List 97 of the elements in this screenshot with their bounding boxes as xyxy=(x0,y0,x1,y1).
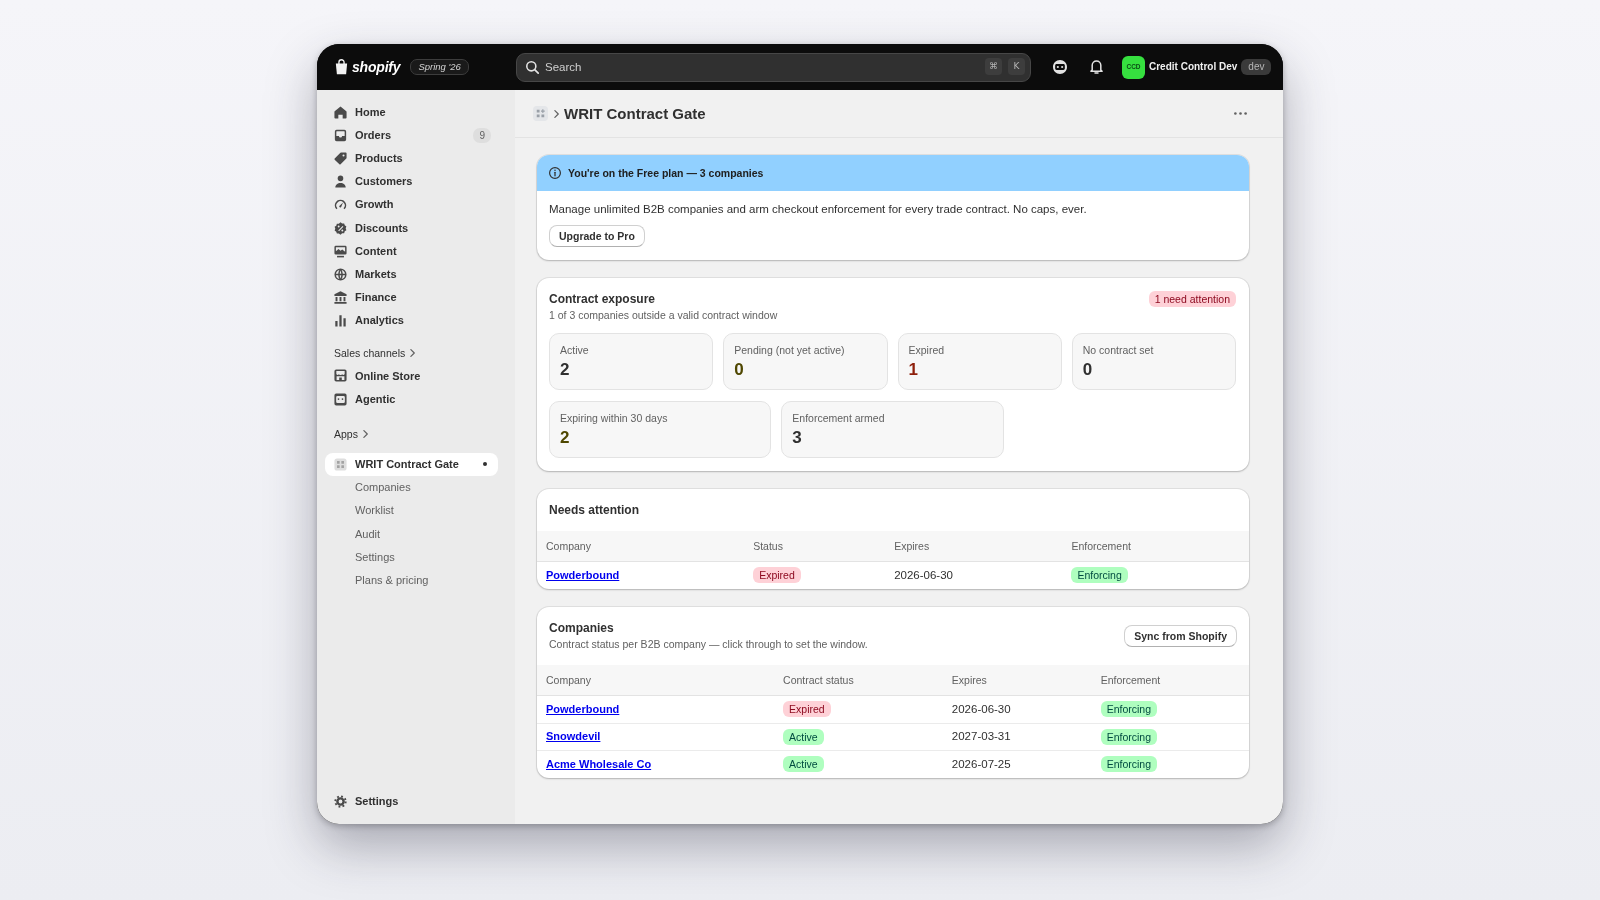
table-cell: 2027-03-31 xyxy=(942,723,1092,751)
dot-icon xyxy=(483,462,487,467)
company-link[interactable]: Acme Wholesale Co xyxy=(546,757,652,770)
column-header: Contract status xyxy=(774,665,943,696)
card-title: Contract exposure xyxy=(549,290,657,307)
sidebar-item[interactable]: WRIT Contract Gate xyxy=(325,452,498,476)
column-header: Expires xyxy=(885,531,1063,562)
stat-value: 0 xyxy=(1082,358,1094,381)
status-badge: Active xyxy=(783,756,824,773)
enforcement-badge: Enforcing xyxy=(1100,756,1157,773)
card-subtitle: Contract status per B2B company — click through to set the window. xyxy=(549,637,868,652)
sidebar-item[interactable]: Finance xyxy=(325,286,498,310)
sidebar-item[interactable]: Products xyxy=(325,146,498,171)
sidebar-item[interactable]: Agentic xyxy=(325,387,498,411)
count-badge: 9 xyxy=(473,127,491,144)
banner-text: Manage unlimited B2B companies and arm checkout enforcement for every trade contract. No caps, ever. xyxy=(549,202,1088,217)
table-cell: 2026-07-25 xyxy=(942,750,1092,778)
bar-chart-icon xyxy=(334,314,347,328)
stat-label: No contract set xyxy=(1082,342,1155,357)
sidebar-item[interactable]: Discounts xyxy=(325,216,498,240)
card-title: Companies xyxy=(549,620,615,636)
sidebar-item[interactable]: Worklist xyxy=(325,499,498,523)
chevron-icon xyxy=(554,109,559,118)
table-cell: 2026-06-30 xyxy=(885,561,1063,589)
store-tag: dev xyxy=(1241,59,1272,75)
company-link[interactable]: Powderbound xyxy=(546,702,620,715)
column-header: Company xyxy=(537,665,775,696)
enforcement-badge: Enforcing xyxy=(1100,728,1157,745)
brand-wordmark[interactable]: shopify xyxy=(352,57,401,77)
stat-value: 2 xyxy=(560,426,571,449)
banner-title: You're on the Free plan — 3 companies xyxy=(568,165,764,181)
stat-value: 3 xyxy=(792,426,803,449)
discount-icon xyxy=(334,221,347,235)
upgrade-button[interactable]: Upgrade to Pro xyxy=(549,224,645,247)
sidebar-item[interactable]: Audit xyxy=(325,522,498,546)
info-icon xyxy=(549,167,561,179)
sidebar-item[interactable]: Home xyxy=(325,100,498,124)
goggles-icon[interactable] xyxy=(1053,60,1067,74)
bell-icon[interactable] xyxy=(1090,60,1103,74)
status-badge: 1 need attention xyxy=(1148,290,1236,307)
sidebar-item[interactable]: Companies xyxy=(325,475,498,500)
bank-icon xyxy=(334,291,347,305)
status-badge: Expired xyxy=(783,701,831,717)
enforcement-badge: Enforcing xyxy=(1071,567,1128,584)
stat-value: 2 xyxy=(560,358,571,381)
stat-value: 1 xyxy=(908,358,919,381)
page-title: WRIT Contract Gate xyxy=(564,104,706,123)
section-link[interactable]: Sales channels xyxy=(325,342,416,365)
card-title: Needs attention xyxy=(549,502,640,518)
more-icon[interactable] xyxy=(1234,112,1247,115)
stat-label: Expired xyxy=(908,342,946,357)
column-header: Expires xyxy=(942,665,1092,696)
person-icon xyxy=(334,175,347,189)
store-name[interactable]: Credit Control Dev xyxy=(1149,60,1238,74)
sidebar-item[interactable]: Settings xyxy=(325,545,498,570)
card-subtitle: 1 of 3 companies outside a valid contract window xyxy=(549,307,778,323)
status-badge: Expired xyxy=(753,567,801,584)
app-icon xyxy=(334,457,347,471)
tag-icon xyxy=(334,151,347,165)
sidebar-item[interactable]: Content xyxy=(325,239,498,263)
sidebar-item[interactable]: Analytics xyxy=(325,309,498,333)
sidebar-item[interactable]: Settings xyxy=(325,789,498,813)
globe-icon xyxy=(334,267,347,281)
sidebar-item[interactable]: Plans & pricing xyxy=(325,569,498,593)
sidebar-item[interactable]: Growth xyxy=(325,193,498,217)
shopping-bag-icon[interactable] xyxy=(335,59,348,75)
enforcement-badge: Enforcing xyxy=(1100,701,1157,717)
storefront-icon xyxy=(334,369,347,383)
column-header: Company xyxy=(537,531,745,562)
settings-icon xyxy=(334,794,347,808)
monitor-icon xyxy=(334,244,347,258)
stat-label: Pending (not yet active) xyxy=(734,342,846,357)
sidebar-item[interactable]: Markets xyxy=(325,262,498,286)
column-header: Enforcement xyxy=(1062,531,1249,562)
stat-label: Expiring within 30 days xyxy=(560,410,669,425)
company-link[interactable]: Snowdevil xyxy=(546,730,601,742)
company-link[interactable]: Powderbound xyxy=(546,568,620,581)
sync-button[interactable]: Sync from Shopify xyxy=(1124,625,1237,647)
sidebar-item[interactable]: Online Store xyxy=(325,364,498,388)
stat-value: 0 xyxy=(734,358,745,381)
column-header: Enforcement xyxy=(1091,665,1249,696)
column-header: Status xyxy=(744,531,886,562)
table-cell: 2026-06-30 xyxy=(942,695,1092,723)
edition-tag: Spring '26 xyxy=(410,58,469,76)
search-icon xyxy=(526,60,539,74)
stat-label: Active xyxy=(560,342,590,357)
inbox-icon xyxy=(334,128,347,142)
chevron-icon xyxy=(410,349,416,358)
robot-icon xyxy=(334,392,347,406)
status-badge: Active xyxy=(783,728,824,745)
stat-label: Enforcement armed xyxy=(792,410,886,425)
gauge-icon xyxy=(334,198,347,212)
home-icon xyxy=(334,105,347,119)
chevron-icon xyxy=(362,429,368,438)
sidebar-item[interactable]: Customers xyxy=(325,170,498,194)
section-link[interactable]: Apps xyxy=(325,422,368,445)
sidebar-item[interactable]: Orders 9 xyxy=(325,123,498,147)
